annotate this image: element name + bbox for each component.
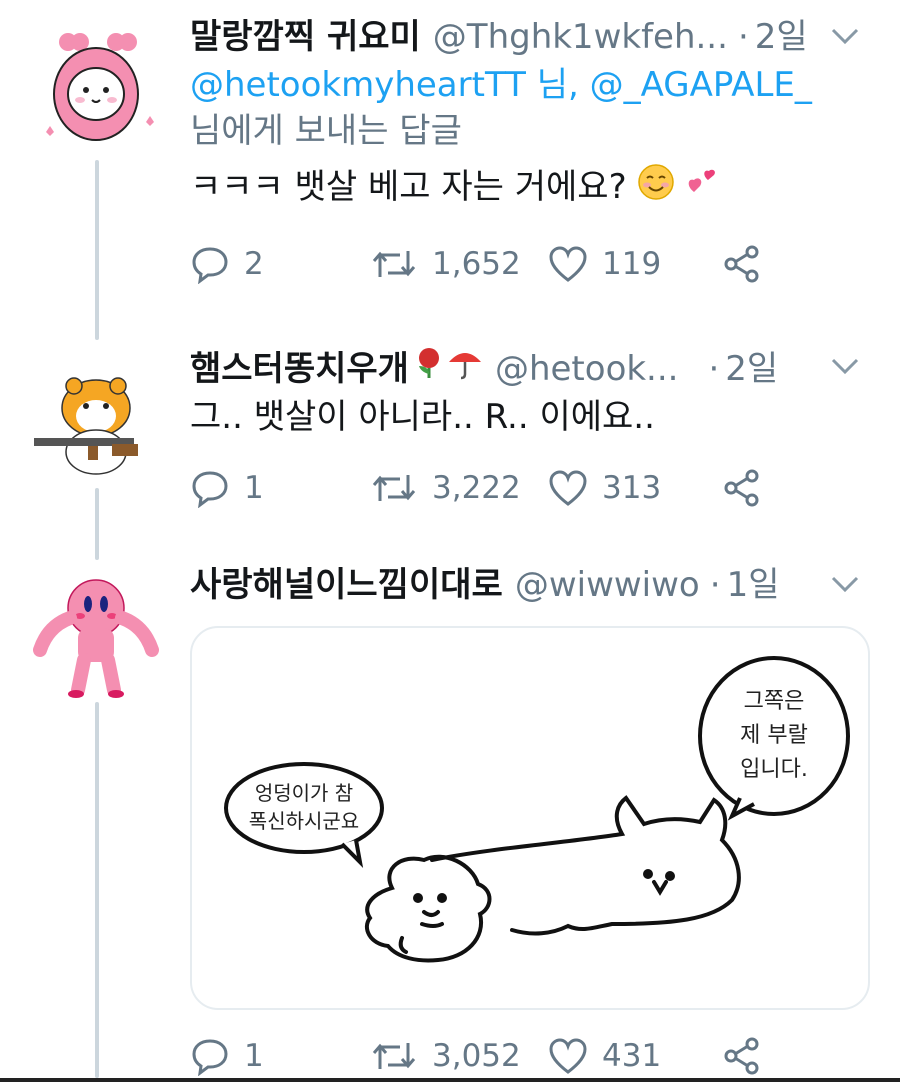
share-button[interactable] (722, 1036, 762, 1076)
heart-icon (548, 1038, 588, 1074)
like-button[interactable]: 119 (548, 246, 722, 282)
reply-icon (190, 1036, 230, 1076)
display-name[interactable]: 햄스터똥치우개 (190, 346, 409, 392)
share-icon (722, 468, 762, 508)
chevron-down-icon[interactable] (830, 354, 860, 378)
reply-button[interactable]: 1 (190, 468, 370, 508)
separator-dot: · (737, 17, 749, 57)
retweet-button[interactable]: 1,652 (370, 246, 548, 282)
heart-icon (548, 470, 588, 506)
tweet-header: 햄스터똥치우개 @hetook... · 2일 (190, 344, 860, 392)
avatar[interactable] (28, 566, 164, 702)
avatar[interactable] (28, 352, 164, 488)
avatar[interactable] (28, 22, 164, 158)
tweet-text: ㅋㅋㅋ 뱃살 베고 자는 거에요? (190, 162, 860, 215)
smiling-face-emoji-icon (637, 163, 675, 215)
chevron-down-icon[interactable] (830, 24, 860, 48)
like-button[interactable]: 313 (548, 470, 722, 506)
separator-dot: · (708, 349, 720, 389)
timestamp[interactable]: 2일 (725, 346, 778, 392)
handle[interactable]: @Thghk1wkfeh... (433, 14, 728, 60)
share-button[interactable] (722, 468, 762, 508)
retweet-count: 3,052 (432, 1038, 521, 1074)
retweet-button[interactable]: 3,052 (370, 1038, 548, 1074)
tweet-text: 그.. 뱃살이 아니라.. R.. 이에요.. (190, 397, 655, 437)
handle[interactable]: @wiwwiwo (515, 562, 700, 608)
reply-button[interactable]: 1 (190, 1036, 370, 1076)
retweet-button[interactable]: 3,222 (370, 470, 548, 506)
retweet-icon (370, 1039, 418, 1073)
display-name[interactable]: 사랑해널이느낌이대로 (190, 562, 503, 608)
bubble-left-line2: 폭신하시군요 (249, 809, 359, 833)
reply-icon (190, 468, 230, 508)
reply-icon (190, 244, 230, 284)
mention-link[interactable]: @_AGAPALE_ (590, 65, 812, 105)
reply-context-label: 님에게 보내는 답글 (190, 111, 462, 151)
tweet[interactable]: 햄스터똥치우개 @hetook... · 2일 그.. 뱃살이 아니라.. R.… (0, 330, 900, 550)
bubble-right-line2: 제 부랄 (740, 723, 808, 748)
speech-bubble-right: 그쪽은 제 부랄 입니다. (698, 656, 850, 821)
tweet[interactable]: 말랑깜찍 귀요미 @Thghk1wkfeh... · 2일 @hetookmyh… (0, 0, 900, 320)
heart-icon (548, 246, 588, 282)
media-image[interactable]: 그쪽은 제 부랄 입니다. 엉덩이가 참 폭신하시군요 (190, 626, 870, 1010)
retweet-count: 3,222 (432, 470, 521, 506)
reply-count: 2 (244, 246, 264, 282)
bottom-divider (0, 1078, 900, 1082)
share-button[interactable] (722, 244, 762, 284)
chevron-down-icon[interactable] (830, 572, 860, 596)
share-icon (722, 244, 762, 284)
reply-context: @hetookmyheartTT 님, @_AGAPALE_ 님에게 보내는 답… (190, 62, 860, 154)
mention-link[interactable]: @hetookmyheartTT 님, (190, 65, 579, 105)
hamster-drawing (364, 854, 492, 963)
speech-bubble-left: 엉덩이가 참 폭신하시군요 (224, 762, 384, 868)
reply-button[interactable]: 2 (190, 244, 370, 284)
bubble-right-line1: 그쪽은 (744, 689, 805, 714)
like-count: 119 (602, 246, 662, 282)
two-hearts-emoji-icon (686, 164, 722, 214)
retweet-count: 1,652 (432, 246, 521, 282)
separator-dot: · (709, 565, 721, 605)
like-count: 431 (602, 1038, 662, 1074)
share-icon (722, 1036, 762, 1076)
timestamp[interactable]: 2일 (755, 14, 808, 60)
retweet-icon (370, 247, 418, 281)
like-count: 313 (602, 470, 662, 506)
tweet-text-content: ㅋㅋㅋ 뱃살 베고 자는 거에요? (190, 167, 627, 207)
like-button[interactable]: 431 (548, 1038, 722, 1074)
umbrella-emoji-icon (447, 344, 483, 392)
timestamp[interactable]: 1일 (727, 562, 780, 608)
display-name[interactable]: 말랑깜찍 귀요미 (190, 14, 421, 60)
handle[interactable]: @hetook... (495, 346, 679, 392)
tweet-header: 사랑해널이느낌이대로 @wiwwiwo · 1일 (190, 562, 860, 608)
rose-emoji-icon (411, 344, 447, 392)
reply-count: 1 (244, 1038, 264, 1074)
tweet-header: 말랑깜찍 귀요미 @Thghk1wkfeh... · 2일 (190, 14, 860, 60)
bubble-right-line3: 입니다. (740, 757, 808, 782)
reply-count: 1 (244, 470, 264, 506)
retweet-icon (370, 471, 418, 505)
bubble-left-line1: 엉덩이가 참 (255, 781, 353, 805)
